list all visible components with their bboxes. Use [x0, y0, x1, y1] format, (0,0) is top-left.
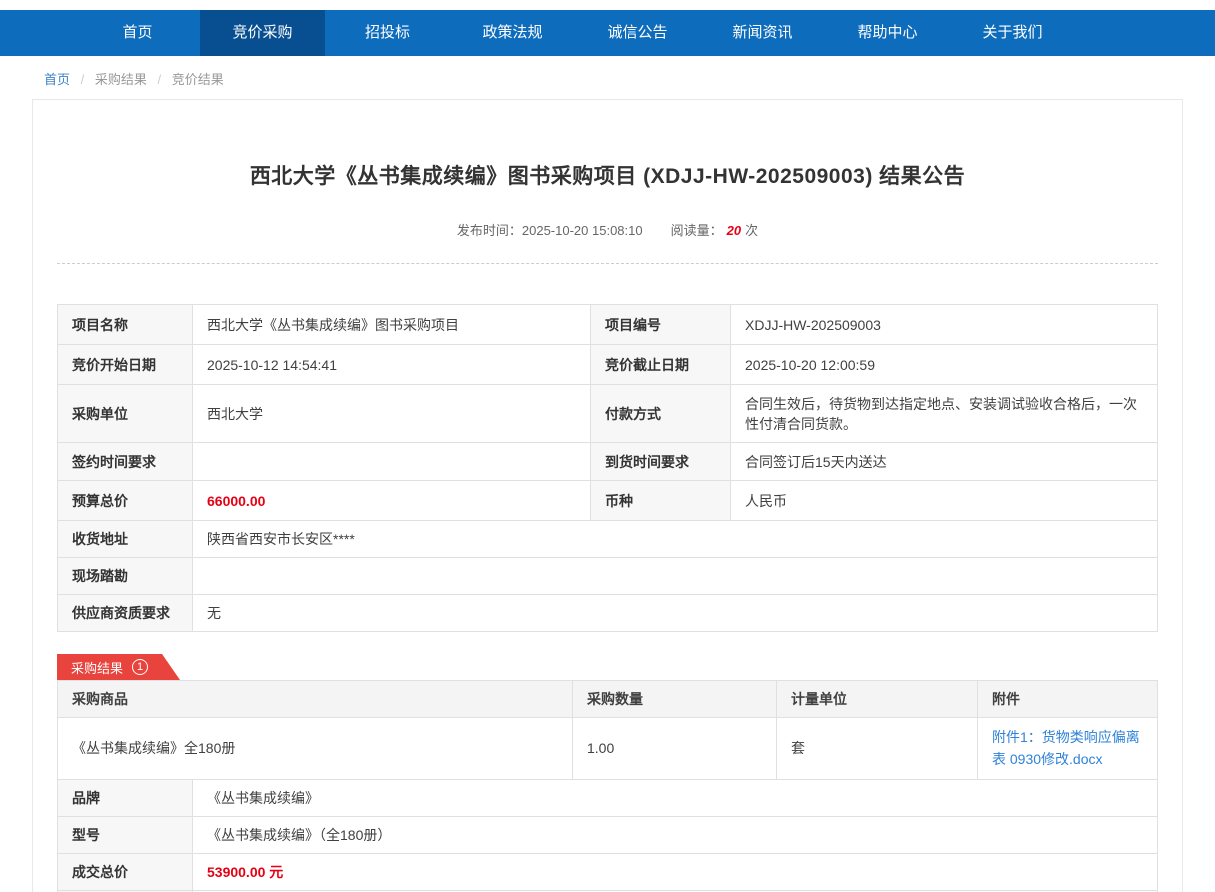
views-count: 20 — [727, 223, 741, 238]
table-row: 竞价开始日期 2025-10-12 14:54:41 竞价截止日期 2025-1… — [58, 345, 1158, 385]
breadcrumb: 首页 / 采购结果 / 竞价结果 — [0, 56, 1215, 99]
breadcrumb-separator: / — [81, 72, 85, 87]
row-label: 币种 — [591, 481, 731, 521]
views-label: 阅读量： — [671, 223, 723, 238]
nav-item-tendering[interactable]: 招投标 — [325, 10, 450, 56]
row-label: 收货地址 — [58, 521, 193, 558]
row-label: 现场踏勘 — [58, 558, 193, 595]
delivery-address-value: 陕西省西安市长安区**** — [193, 521, 1158, 558]
row-label: 品牌 — [58, 779, 193, 816]
row-label: 到货时间要求 — [591, 443, 731, 481]
result-detail-table: 品牌 《丛书集成续编》 型号 《丛书集成续编》（全180册） 成交总价 5390… — [57, 779, 1158, 892]
badge-count: 1 — [132, 659, 148, 675]
table-row: 预算总价 66000.00 币种 人民币 — [58, 481, 1158, 521]
product-header-row: 采购商品 采购数量 计量单位 附件 — [58, 681, 1158, 718]
purchaser-value: 西北大学 — [193, 385, 591, 443]
product-unit-value: 套 — [777, 718, 978, 780]
breadcrumb-separator: / — [158, 72, 162, 87]
column-header-unit: 计量单位 — [777, 681, 978, 718]
row-label: 项目名称 — [58, 305, 193, 345]
row-label: 付款方式 — [591, 385, 731, 443]
nav-item-home[interactable]: 首页 — [75, 10, 200, 56]
delivery-time-value: 合同签订后15天内送达 — [731, 443, 1158, 481]
column-header-attachment: 附件 — [978, 681, 1158, 718]
breadcrumb-home-link[interactable]: 首页 — [44, 72, 70, 87]
product-name-value: 《丛书集成续编》全180册 — [58, 718, 573, 780]
bid-end-value: 2025-10-20 12:00:59 — [731, 345, 1158, 385]
table-row: 成交总价 53900.00 元 — [58, 853, 1158, 890]
table-row: 现场踏勘 — [58, 558, 1158, 595]
budget-total-value: 66000.00 — [193, 481, 591, 521]
badge-label: 采购结果 — [71, 658, 123, 677]
attachment-link[interactable]: 附件1：货物类响应偏离表 0930修改.docx — [992, 726, 1143, 771]
signing-time-value — [193, 443, 591, 481]
payment-method-value: 合同生效后，待货物到达指定地点、安装调试验收合格后，一次性付清合同货款。 — [731, 385, 1158, 443]
bid-start-value: 2025-10-12 14:54:41 — [193, 345, 591, 385]
nav-item-integrity-notice[interactable]: 诚信公告 — [575, 10, 700, 56]
row-label: 竞价截止日期 — [591, 345, 731, 385]
views-unit: 次 — [745, 223, 758, 238]
table-row: 供应商资质要求 无 — [58, 595, 1158, 632]
breadcrumb-purchase-results: 采购结果 — [95, 72, 147, 87]
column-header-product: 采购商品 — [58, 681, 573, 718]
page-title: 西北大学《丛书集成续编》图书采购项目 (XDJJ-HW-202509003) 结… — [97, 160, 1118, 190]
project-name-value: 西北大学《丛书集成续编》图书采购项目 — [193, 305, 591, 345]
project-number-value: XDJJ-HW-202509003 — [731, 305, 1158, 345]
publish-time-label: 发布时间： — [457, 223, 522, 238]
breadcrumb-bidding-results: 竞价结果 — [172, 72, 224, 87]
supplier-qualification-value: 无 — [193, 595, 1158, 632]
product-quantity-value: 1.00 — [573, 718, 777, 780]
column-header-quantity: 采购数量 — [573, 681, 777, 718]
publish-time-value: 2025-10-20 15:08:10 — [522, 223, 643, 238]
row-label: 供应商资质要求 — [58, 595, 193, 632]
table-row: 品牌 《丛书集成续编》 — [58, 779, 1158, 816]
table-row: 收货地址 陕西省西安市长安区**** — [58, 521, 1158, 558]
table-row: 项目名称 西北大学《丛书集成续编》图书采购项目 项目编号 XDJJ-HW-202… — [58, 305, 1158, 345]
site-survey-value — [193, 558, 1158, 595]
nav-item-policies[interactable]: 政策法规 — [450, 10, 575, 56]
row-label: 采购单位 — [58, 385, 193, 443]
brand-value: 《丛书集成续编》 — [193, 779, 1158, 816]
model-value: 《丛书集成续编》（全180册） — [193, 816, 1158, 853]
project-info-table: 项目名称 西北大学《丛书集成续编》图书采购项目 项目编号 XDJJ-HW-202… — [57, 304, 1158, 632]
row-label: 签约时间要求 — [58, 443, 193, 481]
row-label: 预算总价 — [58, 481, 193, 521]
nav-item-news[interactable]: 新闻资讯 — [700, 10, 825, 56]
attachment-link-line2: 0930修改.docx — [1010, 751, 1103, 767]
row-label: 竞价开始日期 — [58, 345, 193, 385]
dashed-divider — [57, 263, 1158, 264]
row-label: 成交总价 — [58, 853, 193, 890]
table-row: 型号 《丛书集成续编》（全180册） — [58, 816, 1158, 853]
table-row: 采购单位 西北大学 付款方式 合同生效后，待货物到达指定地点、安装调试验收合格后… — [58, 385, 1158, 443]
nav-item-about-us[interactable]: 关于我们 — [950, 10, 1075, 56]
product-table: 采购商品 采购数量 计量单位 附件 《丛书集成续编》全180册 1.00 套 附… — [57, 680, 1158, 780]
deal-total-price-value: 53900.00 元 — [193, 853, 1158, 890]
nav-item-help-center[interactable]: 帮助中心 — [825, 10, 950, 56]
content-card: 西北大学《丛书集成续编》图书采购项目 (XDJJ-HW-202509003) 结… — [32, 99, 1183, 892]
row-label: 项目编号 — [591, 305, 731, 345]
currency-value: 人民币 — [731, 481, 1158, 521]
product-row: 《丛书集成续编》全180册 1.00 套 附件1：货物类响应偏离表 0930修改… — [58, 718, 1158, 780]
article-meta: 发布时间：2025-10-20 15:08:10 阅读量： 20 次 — [57, 220, 1158, 239]
purchase-result-badge: 采购结果 1 — [57, 654, 180, 680]
table-row: 签约时间要求 到货时间要求 合同签订后15天内送达 — [58, 443, 1158, 481]
nav-item-bidding-purchase[interactable]: 竞价采购 — [200, 10, 325, 56]
row-label: 型号 — [58, 816, 193, 853]
top-nav: 首页 竞价采购 招投标 政策法规 诚信公告 新闻资讯 帮助中心 关于我们 — [0, 10, 1215, 56]
